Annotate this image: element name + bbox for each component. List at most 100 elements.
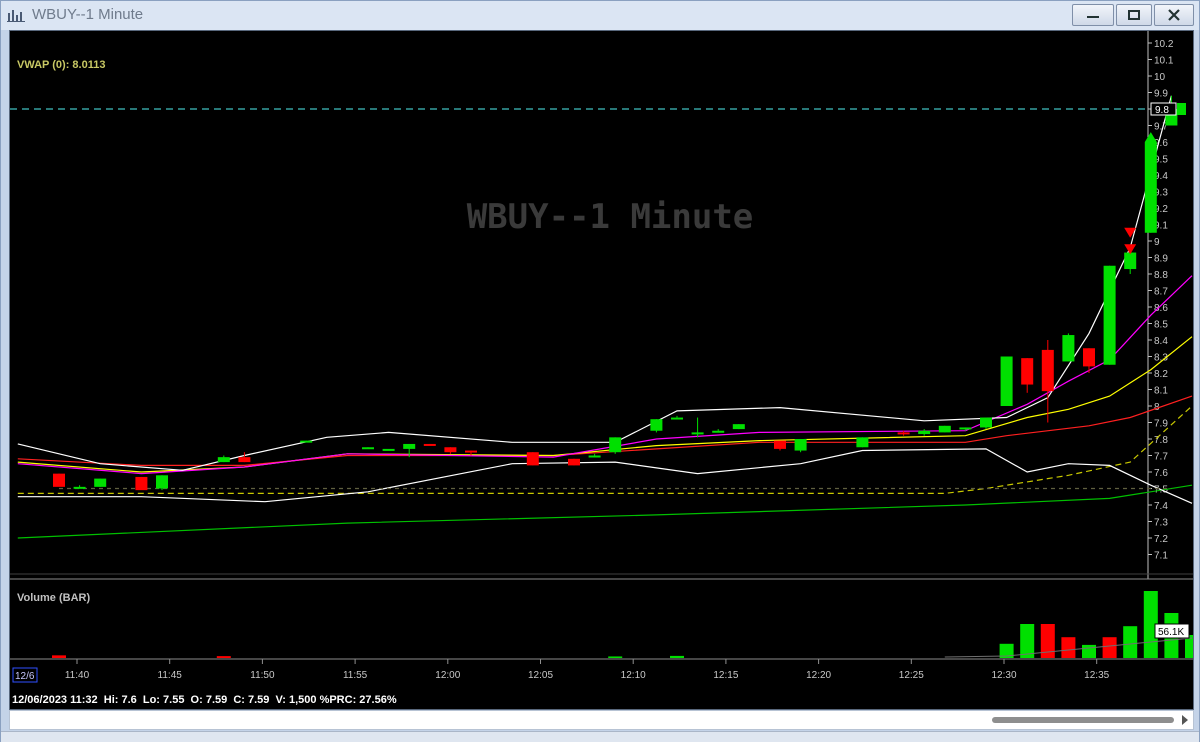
volume-tag: 56.1K: [1158, 627, 1184, 638]
candle-up: [712, 430, 725, 433]
price-tag-accent: [1177, 103, 1186, 115]
volume-bar-up: [1020, 624, 1035, 658]
time-tick-label: 12:15: [713, 670, 738, 681]
candle-up: [959, 427, 972, 430]
ema-slow-line: [17, 395, 1193, 466]
price-tick-label: 7.4: [1154, 501, 1168, 512]
time-tick-label: 12:20: [806, 670, 831, 681]
candle-up: [794, 439, 807, 451]
price-tick-label: 7.3: [1154, 518, 1168, 529]
status-strip: [1, 731, 1199, 742]
price-tick-label: 10: [1154, 72, 1166, 83]
price-tick-label: 7.8: [1154, 435, 1168, 446]
candle-down: [1083, 348, 1095, 367]
scroll-right-arrow-icon[interactable]: [1182, 715, 1188, 725]
minimize-icon: [1087, 16, 1099, 18]
candle-down: [1041, 349, 1054, 392]
price-tick-label: 7.1: [1154, 551, 1168, 562]
volume-bar-up: [1082, 644, 1096, 658]
candle-up: [217, 457, 230, 463]
candle-down: [774, 440, 786, 449]
chart-area[interactable]: WBUY--1 Minute VWAP (0): 8.0113 Volume (…: [9, 30, 1194, 710]
volume-label: Volume (BAR): [17, 592, 90, 604]
minimize-button[interactable]: [1072, 4, 1114, 26]
time-tick-label: 11:45: [158, 670, 183, 681]
watermark: WBUY--1 Minute: [467, 197, 754, 237]
candle-up: [1000, 356, 1013, 406]
candle-up: [732, 424, 745, 430]
maximize-icon: [1128, 10, 1140, 20]
price-tick-label: 9: [1154, 237, 1160, 248]
candle-up: [609, 437, 622, 453]
volume-bar-up: [1123, 626, 1138, 658]
candle-up: [856, 437, 869, 448]
close-button[interactable]: [1154, 4, 1194, 26]
candle-up: [403, 443, 416, 449]
window-title: WBUY--1 Minute: [32, 6, 144, 23]
volume-bar-down: [1102, 637, 1117, 658]
price-tick-label: 8.9: [1154, 254, 1168, 265]
candle-up: [1144, 142, 1157, 233]
volume-bar-down: [1061, 637, 1076, 658]
time-tick-label: 11:50: [250, 670, 275, 681]
price-tick-label: 8.7: [1154, 287, 1168, 298]
bollinger-lower-line: [17, 448, 1193, 504]
candle-up: [94, 478, 107, 487]
time-tick-label: 12:30: [991, 670, 1016, 681]
time-tick-label: 12:35: [1084, 670, 1109, 681]
candle-down: [135, 476, 148, 491]
price-tick-label: 7.7: [1154, 452, 1168, 463]
maximize-button[interactable]: [1116, 4, 1152, 26]
price-chart[interactable]: WBUY--1 Minute VWAP (0): 8.0113 Volume (…: [10, 31, 1194, 710]
volume-bar-down: [52, 655, 66, 658]
vwap-line: [17, 405, 1193, 494]
candle-up: [691, 432, 704, 435]
time-tick-label: 12:00: [435, 670, 460, 681]
title-bar[interactable]: WBUY--1 Minute: [1, 1, 1199, 30]
scroll-thumb[interactable]: [992, 717, 1174, 723]
price-tag: 9.8: [1155, 105, 1169, 116]
candle-down: [526, 452, 539, 466]
time-tick-label: 12:10: [621, 670, 646, 681]
candle-up: [938, 425, 951, 433]
price-tick-label: 8.1: [1154, 386, 1168, 397]
bar-chart-icon: [7, 10, 25, 22]
candle-down: [465, 450, 477, 453]
price-tick-label: 8.5: [1154, 320, 1168, 331]
candle-up: [1103, 265, 1116, 365]
volume-bar-up: [670, 655, 684, 658]
candle-up: [73, 486, 86, 489]
bollinger-upper-line: [17, 95, 1172, 471]
candle-down: [238, 457, 251, 463]
candle-up: [671, 417, 683, 420]
close-icon: [1168, 9, 1180, 21]
chart-window: WBUY--1 Minute WBUY--1 Minute VWAP (0): …: [0, 0, 1200, 742]
price-tick-label: 7.2: [1154, 534, 1168, 545]
time-tick-label: 12:25: [899, 670, 924, 681]
price-tick-label: 10.2: [1154, 39, 1174, 50]
candle-up: [588, 455, 601, 458]
candle-up: [1124, 252, 1137, 270]
time-tick-label: 12:05: [528, 670, 553, 681]
price-tick-label: 10.1: [1154, 56, 1174, 67]
time-tick-label: 11:40: [65, 670, 90, 681]
candle-down: [444, 447, 457, 453]
candle-down: [568, 458, 580, 466]
candle-up: [156, 475, 168, 489]
candle-down: [423, 443, 436, 446]
candle-up: [918, 430, 931, 435]
horizontal-scrollbar[interactable]: [9, 710, 1194, 730]
volume-bar-up: [608, 656, 623, 658]
vwap-label: VWAP (0): 8.0113: [17, 59, 105, 71]
date-tag: 12/6: [15, 671, 35, 682]
time-tick-label: 11:55: [343, 670, 368, 681]
chart-dynamic-layer: 10.210.1109.99.89.79.69.59.49.39.29.198.…: [10, 31, 1193, 683]
price-tick-label: 7.6: [1154, 468, 1168, 479]
long-ma-line: [17, 484, 1193, 539]
candle-down: [1021, 358, 1034, 385]
candle-up: [300, 440, 313, 443]
price-tick-label: 8.4: [1154, 336, 1168, 347]
candle-up: [650, 419, 663, 431]
candle-down: [897, 432, 910, 435]
candle-up: [382, 448, 395, 451]
